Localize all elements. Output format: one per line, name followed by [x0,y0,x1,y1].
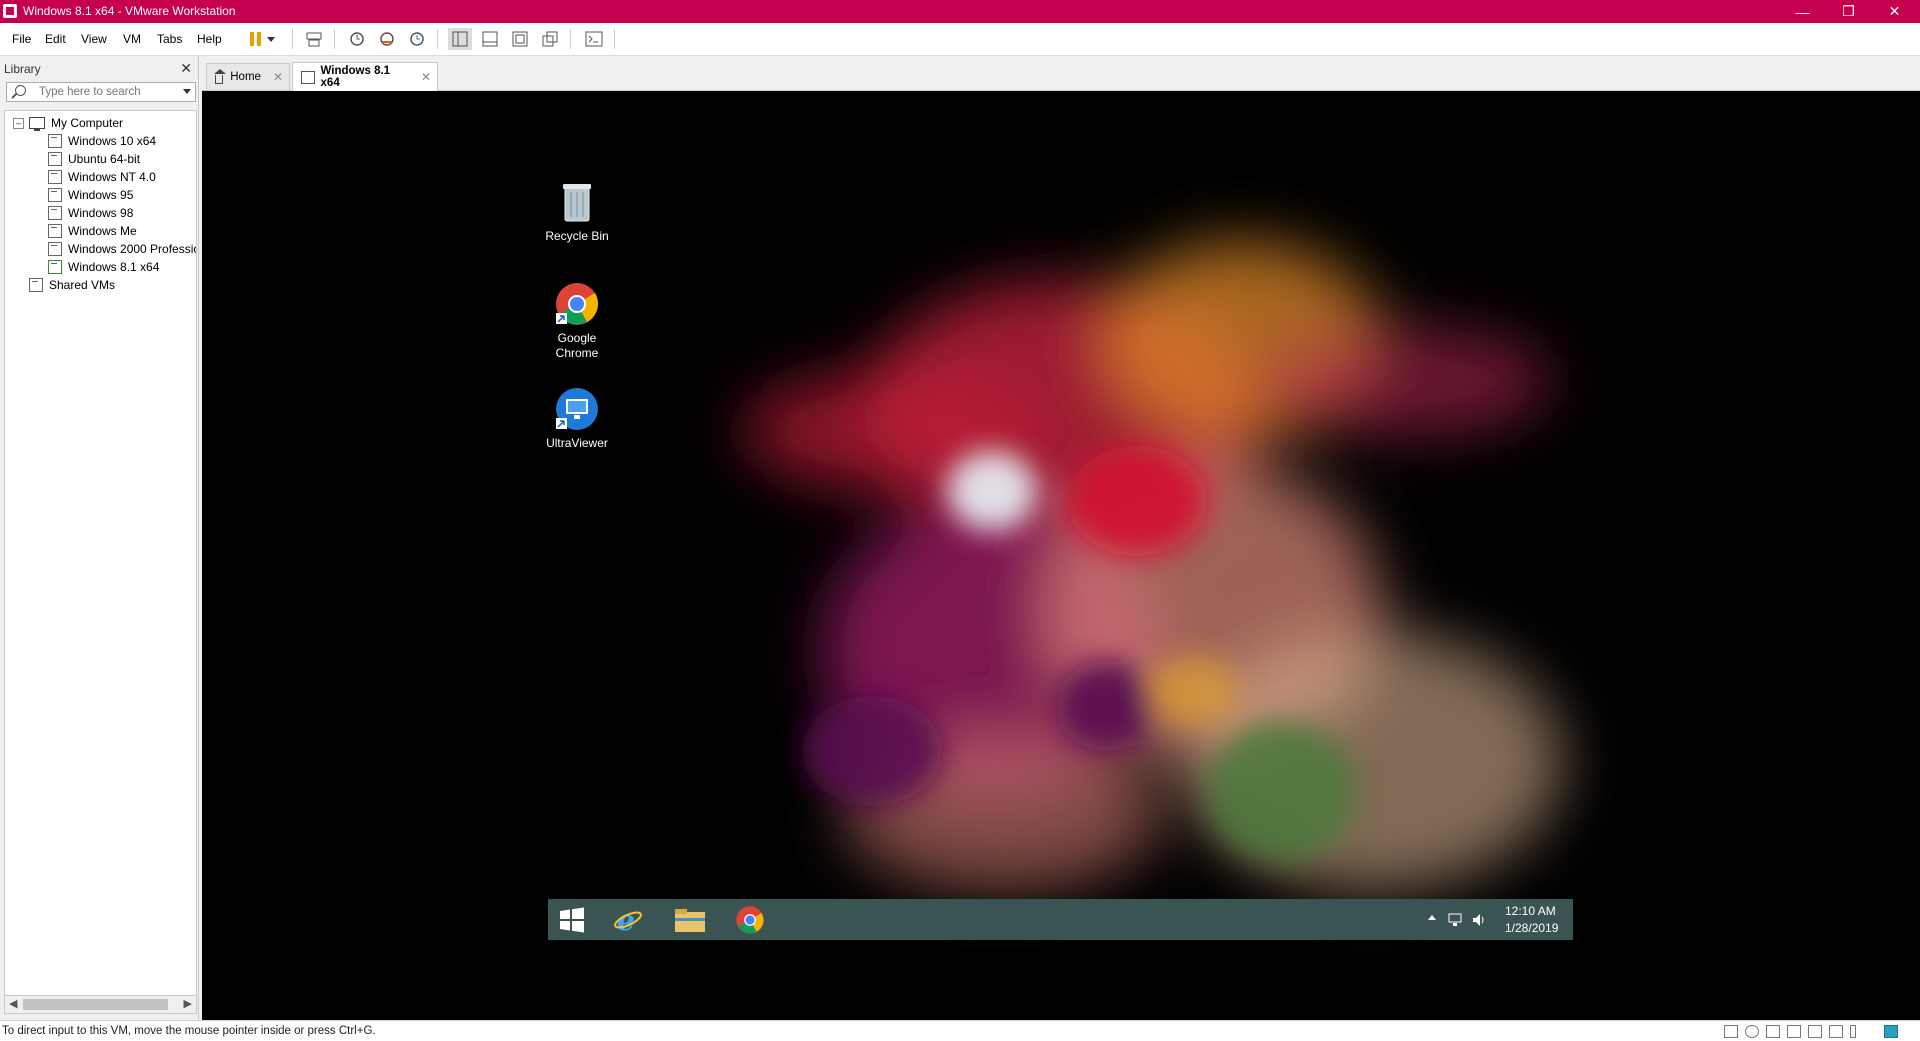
message-log-icon[interactable] [1884,1025,1898,1038]
library-panel: Library ✕ – My Computer Windows 10 x64 U… [0,56,199,1020]
tab-bar: Home ✕ Windows 8.1 x64 ✕ [202,56,1920,91]
tree-item-shared-vms[interactable]: Shared VMs [29,276,115,294]
snapshot-icon[interactable] [345,28,369,50]
library-search[interactable] [6,82,196,102]
tree-item-vm[interactable]: Windows 95 [48,186,133,204]
internet-explorer-icon: e [614,905,642,935]
close-tab-icon[interactable]: ✕ [421,70,431,84]
computer-icon [29,117,45,131]
tree-item-vm[interactable]: Windows 2000 Professio [48,240,196,258]
clock-time[interactable]: 12:10 AM [1505,904,1556,918]
menu-help[interactable]: Help [197,32,222,46]
ultraviewer-icon [556,388,598,430]
thumbnail-bar-icon[interactable] [478,28,502,50]
library-search-input[interactable] [39,84,169,99]
menu-toolbar: File Edit View VM Tabs Help [0,23,1920,56]
tree-item-vm-active[interactable]: Windows 8.1 x64 [48,258,159,276]
running-vm-icon [48,260,62,274]
minimize-button[interactable]: — [1780,0,1825,23]
tab-home[interactable]: Home ✕ [206,63,290,90]
vmware-app-icon [3,4,17,18]
home-icon [213,68,227,84]
internet-explorer-taskbar[interactable]: e [612,904,644,936]
restore-button[interactable]: ❐ [1826,0,1871,23]
vm-icon [48,170,62,184]
tree-item-vm[interactable]: Windows Me [48,222,137,240]
close-tab-icon[interactable]: ✕ [273,70,283,84]
tree-item-vm[interactable]: Ubuntu 64-bit [48,150,140,168]
send-ctrl-alt-del-icon[interactable] [302,28,326,50]
vm-icon [48,224,62,238]
full-screen-icon[interactable] [508,28,532,50]
chrome-icon [556,283,599,325]
vm-icon [48,134,62,148]
tree-label: My Computer [51,116,124,130]
clock-date[interactable]: 1/28/2019 [1505,921,1558,935]
close-window-button[interactable]: ✕ [1872,0,1917,23]
library-header: Library [4,62,41,76]
unity-icon[interactable] [538,28,562,50]
usb-icon[interactable] [1850,1025,1856,1038]
library-scrollbar[interactable]: ◀ ▶ [4,995,197,1014]
window-title: Windows 8.1 x64 - VMware Workstation [23,4,236,18]
scroll-right-icon[interactable]: ▶ [184,997,192,1010]
shared-vms-icon [29,278,43,292]
chrome-taskbar[interactable] [734,904,766,936]
guest-taskbar: e 12:10 AM 1/28/2019 [548,899,1573,940]
start-button[interactable] [556,904,588,936]
scrollbar-thumb[interactable] [23,999,168,1010]
recycle-bin-desktop-icon[interactable]: Recycle Bin [537,179,617,244]
ultraviewer-desktop-icon[interactable]: UltraViewer [537,386,617,451]
vm-icon [48,206,62,220]
tree-item-vm[interactable]: Windows NT 4.0 [48,168,156,186]
collapse-icon[interactable]: – [13,117,24,129]
scroll-left-icon[interactable]: ◀ [9,997,17,1010]
status-bar: To direct input to this VM, move the mou… [0,1020,1920,1041]
desktop-icon-label: UltraViewer [546,436,608,450]
desktop-wallpaper [742,241,1562,891]
menu-file[interactable]: File [12,32,31,46]
printer-icon[interactable] [1787,1025,1801,1038]
title-bar: Windows 8.1 x64 - VMware Workstation — ❐… [0,0,1920,23]
menu-tabs[interactable]: Tabs [157,32,182,46]
library-tree: – My Computer Windows 10 x64 Ubuntu 64-b… [4,110,197,996]
recycle-bin-icon [563,184,591,222]
show-library-icon[interactable] [448,28,472,50]
menu-vm[interactable]: VM [123,32,141,46]
chrome-icon [736,906,764,934]
power-dropdown-icon[interactable] [264,28,278,50]
cd-dvd-icon[interactable] [1745,1025,1759,1038]
network-adapter-icon[interactable] [1766,1025,1780,1038]
snapshot-manager-icon[interactable] [405,28,429,50]
close-library-icon[interactable]: ✕ [180,60,192,77]
desktop-icon-label: Google Chrome [555,331,599,360]
console-view-icon[interactable] [582,28,606,50]
vm-icon [48,188,62,202]
vm-tab-icon [301,70,315,84]
menu-view[interactable]: View [81,32,107,46]
windows-logo-icon [560,907,584,933]
tree-item-vm[interactable]: Windows 10 x64 [48,132,156,150]
file-explorer-taskbar[interactable] [674,904,706,936]
google-chrome-desktop-icon[interactable]: Google Chrome [537,281,617,361]
volume-icon[interactable] [1471,912,1487,928]
hard-disk-icon[interactable] [1724,1025,1738,1038]
status-message: To direct input to this VM, move the mou… [2,1025,376,1037]
tab-windows-8-1[interactable]: Windows 8.1 x64 ✕ [292,62,438,91]
display-icon[interactable] [1829,1025,1843,1038]
sound-card-icon[interactable] [1808,1025,1822,1038]
menu-edit[interactable]: Edit [45,32,66,46]
show-hidden-icons[interactable] [1428,915,1436,920]
tree-item-vm[interactable]: Windows 98 [48,204,133,222]
search-icon [15,85,26,96]
network-icon[interactable] [1447,912,1463,928]
folder-icon [675,909,705,932]
vm-icon [48,242,62,256]
revert-snapshot-icon[interactable] [375,28,399,50]
vm-display[interactable]: Recycle Bin Google Chrome UltraViewer e … [202,91,1920,1020]
desktop-icon-label: Recycle Bin [545,229,609,243]
vm-icon [48,152,62,166]
search-dropdown-icon[interactable] [183,89,191,94]
tree-item-my-computer[interactable]: – My Computer [5,114,194,132]
